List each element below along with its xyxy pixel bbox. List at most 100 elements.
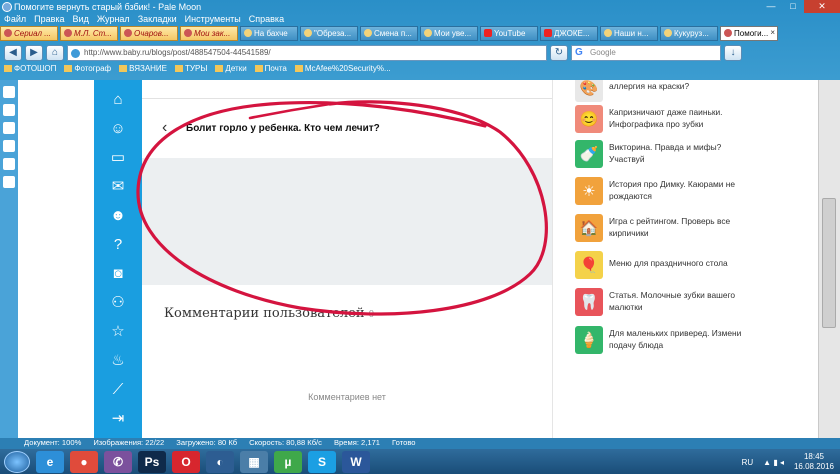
comments-count: 0 bbox=[368, 310, 375, 320]
sidebar-item[interactable]: 🎈 Меню для праздничного стола bbox=[575, 251, 745, 281]
clock[interactable]: 18:45 16.08.2016 bbox=[794, 452, 834, 472]
tab[interactable]: Смена п... bbox=[360, 26, 418, 41]
scrollbar-thumb[interactable] bbox=[822, 198, 836, 328]
people-icon[interactable]: ⚇ bbox=[108, 292, 128, 312]
community-icon[interactable]: ☻ bbox=[108, 205, 128, 225]
calculator-icon[interactable]: ▦ bbox=[240, 450, 268, 473]
gear-icon[interactable] bbox=[3, 158, 15, 170]
home-button[interactable]: ⌂ bbox=[46, 45, 64, 61]
chrome-icon[interactable]: ● bbox=[70, 450, 98, 473]
smile-icon: 😊 bbox=[575, 105, 603, 133]
tab[interactable]: М.Л. Ст... bbox=[60, 26, 118, 41]
tab[interactable]: ДЖОКЕ... bbox=[540, 26, 598, 41]
bookmark-item[interactable]: ФОТОШОП bbox=[4, 64, 56, 78]
close-tab-icon[interactable]: × bbox=[770, 28, 775, 37]
system-tray: RU ▲ ▮ ◂ 18:45 16.08.2016 bbox=[742, 452, 834, 472]
taskbar: e ● ✆ Ps O ◐ ▦ µ S W RU ▲ ▮ ◂ 18:45 16.0… bbox=[0, 449, 840, 474]
tab-favicon-icon bbox=[724, 29, 732, 37]
tab[interactable]: Очаров... bbox=[120, 26, 178, 41]
viber-icon[interactable]: ✆ bbox=[104, 450, 132, 473]
tab[interactable]: Мои зак... bbox=[180, 26, 238, 41]
comments-heading: Комментарии пользователей 0 bbox=[164, 306, 375, 321]
baby-icon[interactable]: ☺ bbox=[108, 118, 128, 138]
house-blocks-icon: 🏠 bbox=[575, 214, 603, 242]
paint-icon: 🎨 bbox=[575, 80, 603, 102]
sun-icon: ☀ bbox=[575, 177, 603, 205]
bookmark-item[interactable]: Фотограф bbox=[64, 64, 111, 78]
skype-icon[interactable]: S bbox=[308, 450, 336, 473]
mail-icon[interactable]: ✉ bbox=[108, 176, 128, 196]
language-indicator[interactable]: RU bbox=[742, 458, 754, 467]
clock-icon[interactable] bbox=[3, 104, 15, 116]
site-identity-icon[interactable] bbox=[71, 49, 80, 58]
logout-icon[interactable]: ⇥ bbox=[108, 408, 128, 428]
post-header: ‹ Болит горло у ребенка. Кто чем лечит? bbox=[142, 98, 552, 142]
bookmark-item[interactable]: Детки bbox=[215, 64, 246, 78]
window-controls: — □ ✕ bbox=[760, 0, 840, 14]
book-icon[interactable]: ▭ bbox=[108, 147, 128, 167]
youtube-icon bbox=[484, 29, 492, 37]
ruler-icon[interactable]: ⟋ bbox=[108, 379, 128, 399]
tab-active[interactable]: Помоги... × bbox=[720, 26, 778, 41]
sidebar-item[interactable]: ☀ История про Димку. Каюрами не рождаютс… bbox=[575, 177, 745, 207]
word-icon[interactable]: W bbox=[342, 450, 370, 473]
sidebar-item[interactable]: 🏠 Игра с рейтингом. Проверь все кирпичик… bbox=[575, 214, 745, 244]
post-title: Болит горло у ребенка. Кто чем лечит? bbox=[186, 123, 380, 134]
opera-icon[interactable]: O bbox=[172, 450, 200, 473]
help-icon[interactable]: ? bbox=[108, 234, 128, 254]
related-sidebar: 🎨 аллергия на краски? 😊 Капризничают даж… bbox=[552, 80, 818, 438]
tab[interactable]: Наши н... bbox=[600, 26, 658, 41]
navigation-bar: ◀ ▶ ⌂ http://www.baby.ru/blogs/post/4885… bbox=[0, 43, 840, 63]
tab[interactable]: "Обреза... bbox=[300, 26, 358, 41]
maximize-button[interactable]: □ bbox=[782, 0, 804, 13]
vertical-scrollbar[interactable] bbox=[818, 80, 840, 438]
tab-favicon-icon bbox=[304, 29, 312, 37]
tab[interactable]: Мои уве... bbox=[420, 26, 478, 41]
reload-button[interactable]: ↻ bbox=[550, 45, 568, 61]
bottle-icon: 🍼 bbox=[575, 140, 603, 168]
tab-favicon-icon bbox=[664, 29, 672, 37]
house-icon[interactable]: ⌂ bbox=[108, 89, 128, 109]
tab-favicon-icon bbox=[64, 29, 72, 37]
back-button[interactable]: ◀ bbox=[4, 45, 22, 61]
start-button[interactable] bbox=[4, 450, 30, 473]
tab-favicon-icon bbox=[424, 29, 432, 37]
window-title: Помогите вернуть старый бзбик! - Pale Mo… bbox=[14, 2, 202, 12]
bookmark-item[interactable]: ВЯЗАНИЕ bbox=[119, 64, 167, 78]
sidebar-item[interactable]: 🎨 аллергия на краски? bbox=[575, 80, 745, 104]
info-icon[interactable] bbox=[3, 176, 15, 188]
post-body-placeholder bbox=[142, 158, 552, 285]
ie-icon[interactable]: e bbox=[36, 450, 64, 473]
sidebar-item[interactable]: 🍦 Для маленьких приверед. Измени подачу … bbox=[575, 326, 745, 356]
forward-button[interactable]: ▶ bbox=[25, 45, 43, 61]
sidebar-item[interactable]: 🦷 Статья. Молочные зубки вашего малютки bbox=[575, 288, 745, 318]
youtube-icon bbox=[544, 29, 552, 37]
close-button[interactable]: ✕ bbox=[804, 0, 840, 13]
minimize-button[interactable]: — bbox=[760, 0, 782, 13]
tab-favicon-icon bbox=[604, 29, 612, 37]
tab[interactable]: Сериал ... bbox=[0, 26, 58, 41]
tab[interactable]: На бахче bbox=[240, 26, 298, 41]
bookmark-item[interactable]: McAfee%20Security%... bbox=[295, 64, 391, 78]
tab[interactable]: Кукуруз... bbox=[660, 26, 718, 41]
tray-icons[interactable]: ▲ ▮ ◂ bbox=[763, 458, 784, 467]
photoshop-icon[interactable]: Ps bbox=[138, 450, 166, 473]
google-icon: G bbox=[575, 47, 583, 58]
sidebar-item[interactable]: 🍼 Викторина. Правда и мифы? Участвуй bbox=[575, 140, 745, 170]
bookmark-item[interactable]: ТУРЫ bbox=[175, 64, 207, 78]
utorrent-icon[interactable]: µ bbox=[274, 450, 302, 473]
chevron-left-icon[interactable]: ‹ bbox=[162, 119, 167, 137]
palemoon-taskbar-icon[interactable]: ◐ bbox=[206, 450, 234, 473]
pot-icon[interactable]: ♨ bbox=[108, 350, 128, 370]
tab[interactable]: YouTube bbox=[480, 26, 538, 41]
camera-icon[interactable]: ◙ bbox=[108, 263, 128, 283]
downloads-button[interactable]: ↓ bbox=[724, 45, 742, 61]
puzzle-icon[interactable] bbox=[3, 140, 15, 152]
search-input[interactable]: G Google bbox=[571, 45, 721, 61]
address-bar[interactable]: http://www.baby.ru/blogs/post/488547504-… bbox=[67, 45, 547, 61]
extension-icon[interactable] bbox=[3, 86, 15, 98]
bookmark-item[interactable]: Почта bbox=[255, 64, 287, 78]
download-icon[interactable] bbox=[3, 122, 15, 134]
sidebar-item[interactable]: 😊 Капризничают даже паиньки. Инфографика… bbox=[575, 105, 745, 135]
star-icon[interactable]: ☆ bbox=[108, 321, 128, 341]
